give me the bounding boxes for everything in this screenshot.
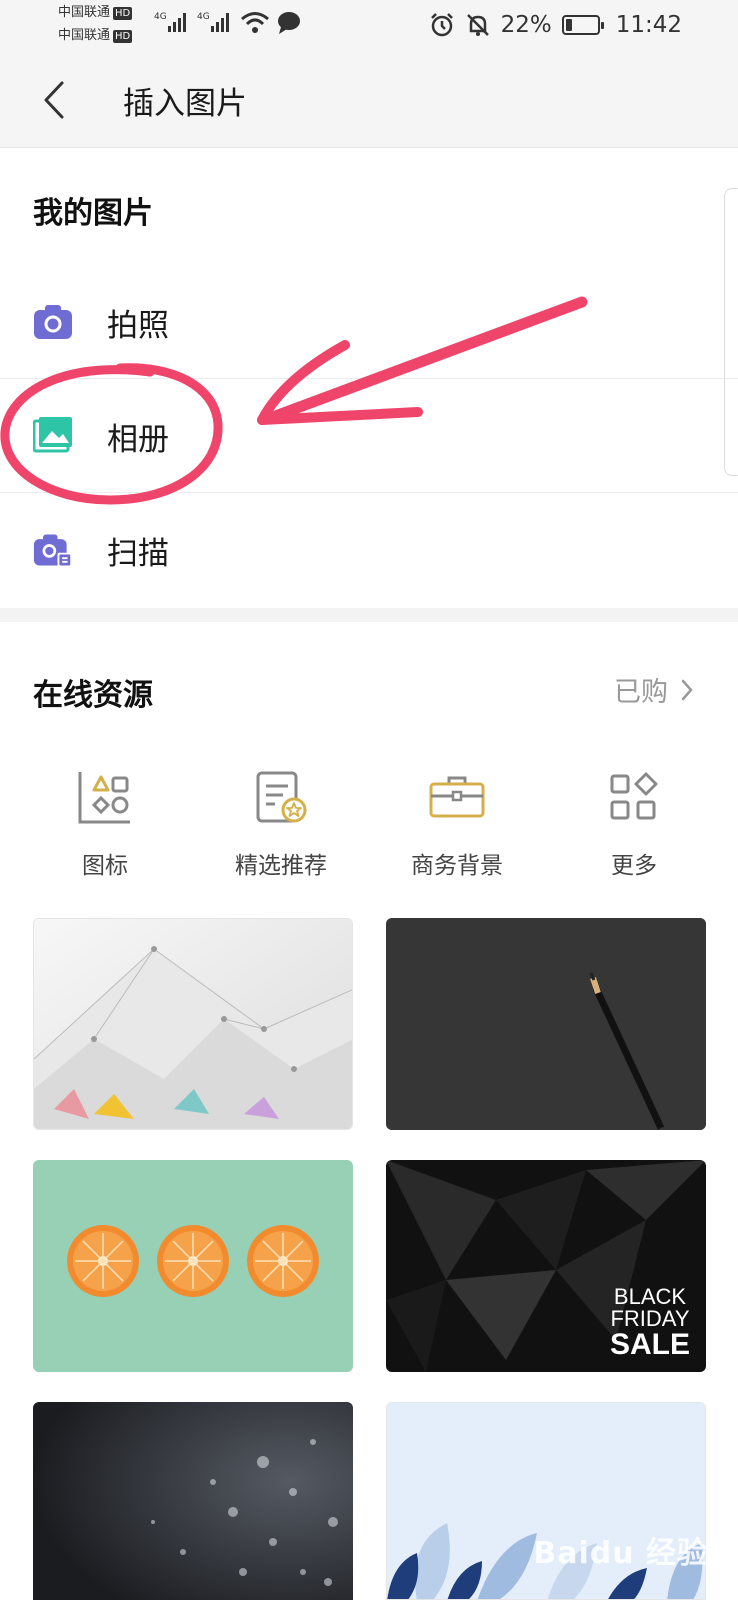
online-resources-title: 在线资源 [33, 678, 153, 713]
signal-icon: 4G [197, 12, 229, 32]
thumbnail-black-friday[interactable]: BLACK FRIDAY SALE [386, 1160, 706, 1372]
category-label: 精选推荐 [235, 853, 327, 879]
battery-fill [565, 19, 573, 31]
chevron-left-icon [44, 81, 64, 119]
chevron-right-icon [681, 679, 693, 700]
scan-icon [33, 534, 73, 568]
svg-text:4G: 4G [154, 12, 167, 22]
wifi-icon [241, 12, 269, 33]
my-pictures-title: 我的图片 [33, 196, 153, 231]
category-label: 图标 [82, 853, 128, 879]
status-right: 22% 11:42 [429, 10, 682, 40]
more-grid-icon [610, 772, 658, 820]
menu-item-scan[interactable]: 扫描 [0, 493, 738, 607]
carrier-label-1: 中国联通 HD [58, 5, 133, 20]
featured-doc-icon [256, 771, 307, 823]
menu-item-label: 拍照 [107, 307, 169, 344]
section-separator [0, 608, 738, 622]
carrier-label-2: 中国联通 HD [58, 28, 133, 43]
purchased-link[interactable]: 已购 [614, 670, 694, 709]
page-title: 插入图片 [123, 86, 247, 122]
gallery-icon [33, 417, 72, 453]
app-header: 插入图片 [0, 52, 738, 148]
battery-percent: 22% [500, 12, 552, 38]
alarm-icon [430, 13, 453, 37]
menu-item-gallery[interactable]: 相册 [0, 379, 738, 493]
category-more[interactable]: 更多 [554, 770, 714, 880]
black-friday-text: BLACK FRIDAY SALE [609, 1284, 690, 1361]
watermark: Baidu 经验 [533, 1536, 708, 1571]
thumbnail-pencil-dark[interactable] [386, 918, 706, 1130]
category-label: 更多 [611, 853, 657, 879]
briefcase-icon [429, 776, 485, 818]
thumbnail-bokeh-dark[interactable] [33, 1402, 353, 1600]
battery-icon [561, 15, 604, 35]
back-button[interactable] [34, 76, 74, 124]
thumbnail-orange-slices[interactable] [33, 1160, 353, 1372]
svg-text:4G: 4G [197, 12, 210, 22]
shapes-icon [78, 772, 130, 824]
menu-item-label: 相册 [107, 421, 169, 458]
camera-icon [34, 305, 72, 339]
purchased-label: 已购 [614, 677, 668, 708]
menu-item-label: 扫描 [107, 535, 169, 572]
category-featured[interactable]: 精选推荐 [201, 770, 361, 880]
category-icons[interactable]: 图标 [25, 770, 185, 880]
mute-bell-icon [466, 14, 489, 36]
clock: 11:42 [615, 12, 682, 38]
thumbnail-geometric-white[interactable] [33, 918, 353, 1130]
menu-item-camera[interactable]: 拍照 [0, 265, 738, 379]
signal-icon: 4G [154, 12, 186, 32]
category-business-background[interactable]: 商务背景 [377, 770, 537, 880]
status-bar: 中国联通 HD 中国联通 HD 4G 4G 22% 11:42 [0, 0, 738, 52]
category-label: 商务背景 [411, 853, 503, 879]
message-icon [278, 12, 300, 34]
